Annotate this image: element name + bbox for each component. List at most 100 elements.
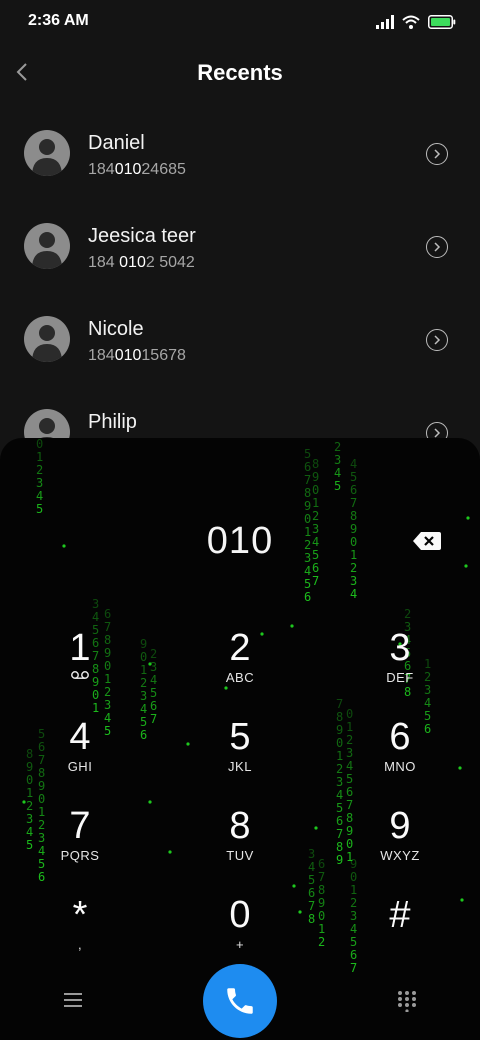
key-digit: * xyxy=(72,894,88,936)
signal-icon xyxy=(376,15,394,29)
svg-text:6: 6 xyxy=(318,857,325,871)
key-digit: 8 xyxy=(229,805,251,847)
svg-text:2: 2 xyxy=(318,935,325,949)
contact-details-button[interactable] xyxy=(426,236,448,258)
chevron-right-icon xyxy=(434,335,441,345)
avatar xyxy=(24,223,70,269)
key-digit: 9 xyxy=(389,805,411,847)
svg-text:4: 4 xyxy=(334,466,341,480)
svg-text:6: 6 xyxy=(304,590,311,604)
svg-text:7: 7 xyxy=(350,496,357,510)
person-icon xyxy=(32,139,62,176)
key-letters: DEF xyxy=(386,670,414,685)
svg-text:7: 7 xyxy=(150,712,157,726)
svg-text:7: 7 xyxy=(308,899,315,913)
wifi-icon xyxy=(402,15,420,29)
svg-text:0: 0 xyxy=(140,650,147,664)
contact-name: Daniel xyxy=(88,132,145,154)
battery-icon xyxy=(428,15,456,29)
header: Recents xyxy=(0,44,480,100)
svg-text:0: 0 xyxy=(312,483,319,497)
svg-text:6: 6 xyxy=(104,607,111,621)
key-2[interactable]: 2 ABC xyxy=(180,626,300,704)
key-1[interactable]: 1 xyxy=(20,626,140,704)
voicemail-icon xyxy=(71,671,89,679)
dialed-number: 010 xyxy=(206,520,274,562)
svg-text:4: 4 xyxy=(92,610,99,624)
contact-row-nicole[interactable]: Nicole 18401015678 xyxy=(0,292,480,385)
svg-text:4: 4 xyxy=(150,673,157,687)
key-9[interactable]: 9 WXYZ xyxy=(340,804,460,882)
svg-text:1: 1 xyxy=(312,496,319,510)
key-digit: # xyxy=(389,894,411,936)
menu-button[interactable] xyxy=(62,990,84,1010)
contact-row-daniel[interactable]: Daniel 18401024685 xyxy=(0,106,480,199)
svg-text:2: 2 xyxy=(36,463,43,477)
svg-text:6: 6 xyxy=(308,886,315,900)
key-3[interactable]: 3 DEF xyxy=(340,626,460,704)
status-bar: 2:36 AM xyxy=(0,0,480,44)
svg-text:8: 8 xyxy=(304,486,311,500)
bottom-bar xyxy=(0,960,480,1040)
svg-text:5: 5 xyxy=(140,715,147,729)
key-4[interactable]: 4 GHI xyxy=(20,715,140,793)
person-icon xyxy=(32,232,62,269)
svg-text:3: 3 xyxy=(140,689,147,703)
chevron-right-icon xyxy=(434,149,441,159)
dialpad-toggle-button[interactable] xyxy=(396,990,418,1013)
key-letters: ABC xyxy=(225,670,255,685)
key-digit: 0 xyxy=(229,894,251,936)
key-5[interactable]: 5 JKL xyxy=(180,715,300,793)
svg-text:3: 3 xyxy=(308,847,315,861)
key-letters: PQRS xyxy=(60,848,100,863)
svg-text:2: 2 xyxy=(404,607,411,621)
svg-text:5: 5 xyxy=(308,873,315,887)
page-title: Recents xyxy=(197,60,283,85)
key-8[interactable]: 8 TUV xyxy=(180,804,300,882)
svg-text:5: 5 xyxy=(304,447,311,461)
contact-details-button[interactable] xyxy=(426,329,448,351)
svg-text:4: 4 xyxy=(308,860,315,874)
svg-text:3: 3 xyxy=(334,453,341,467)
backspace-button[interactable] xyxy=(412,530,442,552)
contact-details-button[interactable] xyxy=(426,143,448,165)
contact-name: Jeesica teer xyxy=(88,225,196,247)
svg-text:3: 3 xyxy=(350,574,357,588)
svg-text:3: 3 xyxy=(36,476,43,490)
key-letters: + xyxy=(235,937,245,952)
menu-icon xyxy=(64,993,82,1007)
svg-text:2: 2 xyxy=(150,647,157,661)
svg-text:8: 8 xyxy=(312,457,319,471)
svg-text:5: 5 xyxy=(36,502,43,516)
key-letters: MNO xyxy=(384,759,416,774)
dialpad-panel: 0123453456789016789012345901234562345675… xyxy=(0,438,480,1040)
key-letters: WXYZ xyxy=(380,848,420,863)
avatar xyxy=(24,130,70,176)
key-digit: 2 xyxy=(229,627,251,669)
contact-row-jeesica[interactable]: Jeesica teer 184 0102 5042 xyxy=(0,199,480,292)
svg-text:1: 1 xyxy=(36,450,43,464)
key-7[interactable]: 7 PQRS xyxy=(20,804,140,882)
number-match: 010 xyxy=(114,161,142,178)
svg-text:6: 6 xyxy=(150,699,157,713)
dialpad-icon xyxy=(398,991,416,1013)
avatar xyxy=(24,316,70,362)
svg-text:4: 4 xyxy=(36,489,43,503)
contact-name: Nicole xyxy=(88,318,144,340)
key-digit: 7 xyxy=(69,805,91,847)
key-letters: TUV xyxy=(226,848,254,863)
phone-icon xyxy=(227,988,253,1014)
svg-text:4: 4 xyxy=(304,564,311,578)
number-match: 010 xyxy=(119,254,146,271)
call-button[interactable] xyxy=(203,964,277,1038)
key-6[interactable]: 6 MNO xyxy=(340,715,460,793)
svg-text:2: 2 xyxy=(334,440,341,454)
key-digit: 3 xyxy=(389,627,411,669)
svg-text:1: 1 xyxy=(140,663,147,677)
key-letters: GHI xyxy=(67,759,93,774)
key-digit: 1 xyxy=(69,627,91,669)
svg-text:4: 4 xyxy=(140,702,147,716)
contact-name: Philip xyxy=(88,411,137,433)
svg-text:8: 8 xyxy=(318,883,325,897)
key-letters: JKL xyxy=(228,759,252,774)
